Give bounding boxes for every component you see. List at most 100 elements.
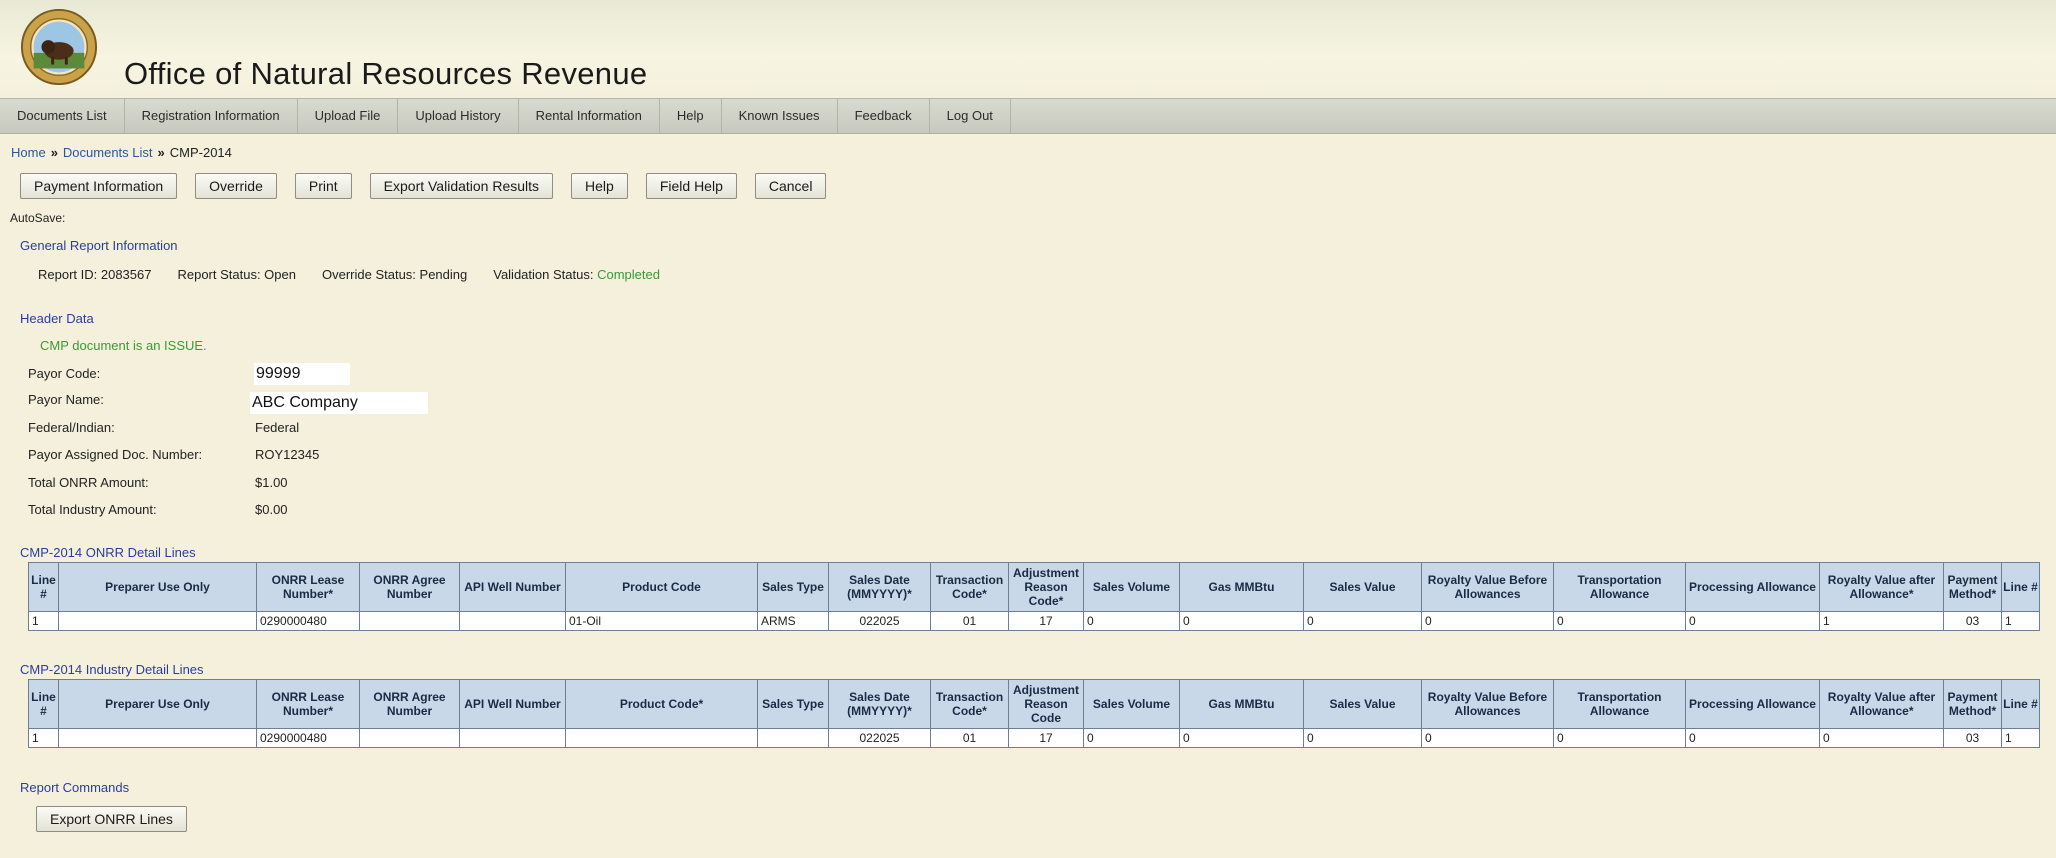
table-cell[interactable] [565, 728, 758, 748]
override-button[interactable]: Override [195, 173, 277, 199]
nav-known-issues[interactable]: Known Issues [722, 99, 838, 133]
industry-detail-table: Line # Preparer Use Only ONRR Lease Number… [28, 679, 2040, 748]
column-header: Sales Volume [1083, 562, 1180, 612]
column-header: Processing Allowance [1685, 562, 1820, 612]
toolbar: Payment Information Override Print Expor… [20, 173, 844, 199]
help-button[interactable]: Help [571, 173, 628, 199]
column-header: Gas MMBtu [1179, 679, 1304, 729]
header-data-title: Header Data [20, 311, 94, 326]
table-cell[interactable]: 0 [1083, 728, 1180, 748]
nav-log-out[interactable]: Log Out [930, 99, 1011, 133]
column-header: Royalty Value Before Allowances [1421, 679, 1554, 729]
validation-status-label: Validation Status: [493, 267, 594, 282]
table-cell[interactable]: 1 [2001, 611, 2040, 631]
table-cell[interactable]: 0 [1819, 728, 1944, 748]
table-cell[interactable]: 01 [930, 611, 1009, 631]
column-header: ONRR Agree Number [359, 562, 460, 612]
column-header: Transaction Code* [930, 562, 1009, 612]
general-report-info-title: General Report Information [20, 238, 178, 253]
table-cell[interactable]: 0 [1553, 611, 1686, 631]
column-header: Payment Method* [1943, 679, 2002, 729]
breadcrumb-documents-list[interactable]: Documents List [63, 145, 153, 160]
table-cell[interactable]: 0 [1685, 611, 1820, 631]
table-cell[interactable]: 1 [28, 611, 59, 631]
industry-header-row: Line # Preparer Use Only ONRR Lease Number… [28, 679, 2040, 729]
export-onrr-lines-button[interactable]: Export ONRR Lines [36, 806, 187, 832]
breadcrumb: Home » Documents List » CMP-2014 [11, 145, 232, 160]
onrr-header-row: Line # Preparer Use Only ONRR Lease Number… [28, 562, 2040, 612]
table-cell[interactable]: 0 [1083, 611, 1180, 631]
table-cell[interactable]: 0 [1685, 728, 1820, 748]
table-cell[interactable] [459, 728, 566, 748]
total-onrr-label: Total ONRR Amount: [28, 475, 149, 490]
column-header: ONRR Lease Number* [256, 679, 360, 729]
autosave-label: AutoSave: [10, 211, 66, 225]
column-header: Sales Value [1303, 679, 1422, 729]
table-cell[interactable]: 01-Oil [565, 611, 758, 631]
field-help-button[interactable]: Field Help [645, 173, 737, 199]
table-cell[interactable]: 0 [1421, 611, 1554, 631]
table-cell[interactable]: 1 [2001, 728, 2040, 748]
nav-registration-information[interactable]: Registration Information [125, 99, 298, 133]
nav-upload-history[interactable]: Upload History [398, 99, 519, 133]
table-cell[interactable]: 17 [1008, 611, 1084, 631]
table-cell[interactable] [459, 611, 566, 631]
column-header: Adjustment Reason Code [1008, 679, 1084, 729]
validation-status-value: Completed [597, 267, 660, 282]
total-industry-value: $0.00 [255, 502, 288, 517]
export-validation-results-button[interactable]: Export Validation Results [369, 173, 554, 199]
column-header: Royalty Value after Allowance* [1819, 679, 1944, 729]
site-title: Office of Natural Resources Revenue [124, 56, 648, 91]
breadcrumb-separator: » [157, 145, 165, 160]
table-cell[interactable]: 1 [1819, 611, 1944, 631]
nav-rental-information[interactable]: Rental Information [519, 99, 660, 133]
table-cell[interactable] [359, 611, 460, 631]
table-cell[interactable] [757, 728, 829, 748]
column-header: Processing Allowance [1685, 679, 1820, 729]
payment-information-button[interactable]: Payment Information [20, 173, 178, 199]
payor-code-input[interactable] [254, 363, 350, 385]
override-status: Override Status: Pending [321, 267, 468, 282]
column-header: Gas MMBtu [1179, 562, 1304, 612]
federal-indian-label: Federal/Indian: [28, 420, 115, 435]
table-cell[interactable]: 1 [28, 728, 59, 748]
table-cell[interactable]: 17 [1008, 728, 1084, 748]
table-cell[interactable] [58, 728, 257, 748]
report-status: Report Status: Open [177, 267, 296, 282]
table-cell[interactable]: 0 [1553, 728, 1686, 748]
table-cell[interactable] [359, 728, 460, 748]
table-cell[interactable]: ARMS [757, 611, 829, 631]
table-cell[interactable]: 03 [1943, 728, 2002, 748]
table-cell[interactable]: 022025 [828, 728, 931, 748]
nav-feedback[interactable]: Feedback [838, 99, 930, 133]
nav-documents-list[interactable]: Documents List [0, 99, 125, 133]
site-header: Office of Natural Resources Revenue [0, 0, 2056, 98]
table-cell[interactable]: 0 [1179, 611, 1304, 631]
department-seal-icon [20, 8, 98, 86]
column-header: Product Code [565, 562, 758, 612]
table-cell[interactable]: 0290000480 [256, 728, 360, 748]
column-header: Product Code* [565, 679, 758, 729]
column-header: ONRR Lease Number* [256, 562, 360, 612]
table-cell[interactable]: 0 [1179, 728, 1304, 748]
table-cell[interactable]: 0 [1303, 611, 1422, 631]
column-header: Transaction Code* [930, 679, 1009, 729]
column-header: Sales Date (MMYYYY)* [828, 562, 931, 612]
column-header: Preparer Use Only [58, 562, 257, 612]
table-cell[interactable]: 01 [930, 728, 1009, 748]
column-header: Royalty Value after Allowance* [1819, 562, 1944, 612]
breadcrumb-home[interactable]: Home [11, 145, 46, 160]
table-cell[interactable]: 022025 [828, 611, 931, 631]
table-cell[interactable] [58, 611, 257, 631]
cancel-button[interactable]: Cancel [754, 173, 827, 199]
table-cell[interactable]: 0290000480 [256, 611, 360, 631]
table-cell[interactable]: 0 [1303, 728, 1422, 748]
payor-name-input[interactable] [250, 392, 428, 414]
table-cell[interactable]: 0 [1421, 728, 1554, 748]
report-status-row: Report ID: 2083567 Report Status: Open O… [38, 267, 660, 282]
print-button[interactable]: Print [294, 173, 352, 199]
onrr-detail-table: Line # Preparer Use Only ONRR Lease Number… [28, 562, 2040, 631]
nav-help[interactable]: Help [660, 99, 722, 133]
nav-upload-file[interactable]: Upload File [298, 99, 399, 133]
table-cell[interactable]: 03 [1943, 611, 2002, 631]
